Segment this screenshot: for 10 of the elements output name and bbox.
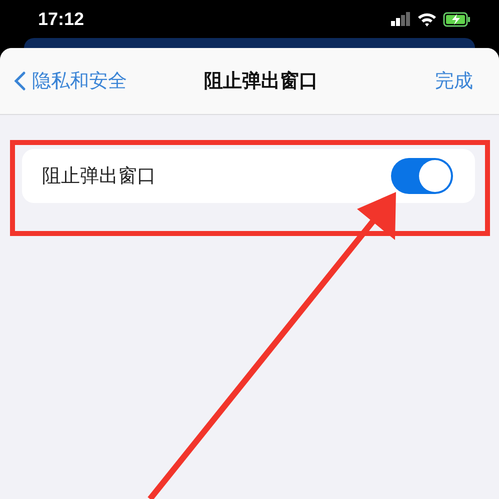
signal-icon [391,12,411,26]
battery-charging-icon [443,12,471,26]
toggle-switch[interactable] [391,158,453,194]
chevron-left-icon [14,71,26,91]
wifi-icon [417,12,437,26]
status-time: 17:12 [38,8,84,30]
done-button[interactable]: 完成 [435,68,473,94]
page-title: 阻止弹出窗口 [204,69,318,94]
setting-label: 阻止弹出窗口 [42,164,156,189]
back-button[interactable]: 隐私和安全 [14,68,127,94]
